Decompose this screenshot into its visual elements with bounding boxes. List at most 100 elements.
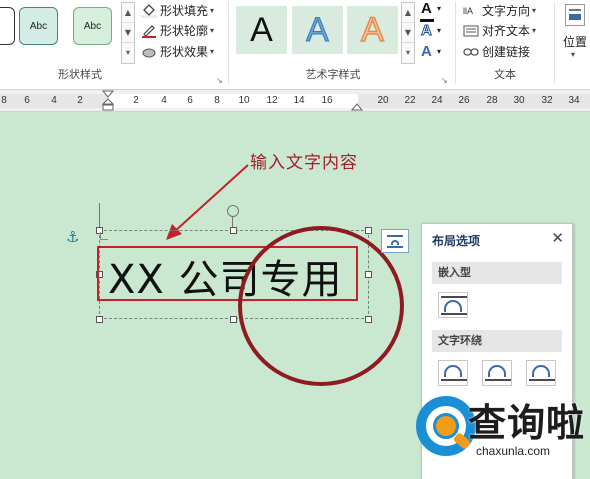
- gallery-more-icon[interactable]: ▾: [122, 43, 134, 63]
- create-link-label: 创建链接: [482, 45, 531, 59]
- paint-bucket-icon: [141, 3, 157, 18]
- shape-fill-button[interactable]: 形状填充 ▾: [141, 2, 214, 19]
- section-wrap: 文字环绕: [432, 330, 562, 352]
- layout-options-button[interactable]: [381, 229, 409, 253]
- ruler-tick: 4: [161, 95, 167, 106]
- text-direction-button[interactable]: llA 文字方向 ▾: [463, 2, 536, 19]
- shape-style-preset-2[interactable]: Abc: [73, 7, 112, 45]
- anchor-icon[interactable]: ⚓: [66, 228, 79, 246]
- shape-effects-button[interactable]: 形状效果 ▾: [141, 43, 214, 60]
- text-outline-icon[interactable]: A: [421, 22, 433, 40]
- shape-style-preset-1[interactable]: Abc: [19, 7, 58, 45]
- resize-handle[interactable]: [230, 227, 237, 234]
- gallery-down-icon[interactable]: ▼: [122, 23, 134, 43]
- ribbon: Abc Abc ▲ ▼ ▾ 形状填充 ▾ 形状轮廓 ▾ 形状效果 ▾ 形状样式 A A…: [0, 0, 590, 90]
- align-text-icon: [463, 24, 479, 38]
- gallery-up-icon[interactable]: ▲: [402, 3, 414, 23]
- ruler-tick: 8: [1, 95, 7, 106]
- svg-text:llA: llA: [463, 6, 473, 16]
- wordart-preset-1[interactable]: A: [236, 6, 287, 54]
- chevron-down-icon: ▾: [210, 26, 215, 35]
- chevron-down-icon: ▾: [210, 47, 215, 56]
- ruler-tick: 26: [458, 95, 470, 106]
- ruler-tick: 12: [266, 95, 278, 106]
- ruler-tick: 8: [214, 95, 220, 106]
- group-divider: [228, 2, 229, 84]
- vertical-guide: [99, 203, 100, 229]
- dialog-launcher-icon[interactable]: ↘: [441, 76, 448, 85]
- align-text-button[interactable]: 对齐文本 ▾: [463, 22, 536, 39]
- watermark: 查询啦 chaxunla.com: [410, 392, 590, 479]
- chevron-down-icon[interactable]: ▾: [437, 47, 441, 56]
- dialog-launcher-icon[interactable]: ↘: [216, 76, 223, 85]
- chevron-down-icon: ▾: [210, 6, 215, 15]
- ruler-tick: 24: [431, 95, 443, 106]
- close-icon[interactable]: ✕: [551, 229, 564, 247]
- wrap-square-option[interactable]: [438, 360, 468, 386]
- resize-handle[interactable]: [365, 227, 372, 234]
- resize-handle[interactable]: [230, 316, 237, 323]
- wordart-preset-2[interactable]: A: [292, 6, 343, 54]
- chevron-down-icon: ▾: [532, 6, 537, 15]
- align-text-label: 对齐文本: [482, 24, 531, 38]
- chevron-down-icon[interactable]: ▾: [571, 50, 575, 59]
- chaxunla-logo-icon: [416, 396, 476, 456]
- wordart-preset-label: A: [360, 10, 384, 50]
- ruler-tick: 6: [187, 95, 193, 106]
- wrap-tight-option[interactable]: [482, 360, 512, 386]
- ruler-tick: 14: [293, 95, 305, 106]
- ruler-tick: 22: [404, 95, 416, 106]
- wrap-through-option[interactable]: [526, 360, 556, 386]
- gallery-down-icon[interactable]: ▼: [402, 23, 414, 43]
- shape-styles-gallery-scroll[interactable]: ▲ ▼ ▾: [121, 2, 135, 64]
- chevron-down-icon[interactable]: ▾: [437, 26, 441, 35]
- text-effects-icon[interactable]: A: [421, 43, 432, 60]
- text-fill-icon[interactable]: A: [421, 0, 432, 17]
- group-divider: [455, 2, 456, 84]
- left-indent-marker[interactable]: [101, 90, 115, 112]
- chevron-down-icon[interactable]: ▾: [437, 4, 441, 13]
- ruler-tick: 30: [513, 95, 525, 106]
- create-link-button[interactable]: 创建链接: [463, 43, 530, 60]
- ruler-tick: 28: [486, 95, 498, 106]
- shape-style-preset-label: Abc: [29, 20, 48, 32]
- right-indent-marker[interactable]: [350, 98, 364, 112]
- wordart-preset-label: A: [250, 10, 273, 49]
- ruler-tick: 4: [51, 95, 57, 106]
- gallery-up-icon[interactable]: ▲: [122, 3, 134, 23]
- wordart-preset-3[interactable]: A: [347, 6, 398, 54]
- ruler-tick: 16: [321, 95, 333, 106]
- ruler-tick: 32: [541, 95, 553, 106]
- shape-style-preset-dark[interactable]: [0, 7, 15, 45]
- text-direction-label: 文字方向: [482, 4, 531, 18]
- wordart-preset-label: A: [306, 10, 330, 49]
- stamp-circle[interactable]: [238, 226, 404, 386]
- wordart-styles-group-label: 艺术字样式: [305, 68, 361, 81]
- watermark-domain: chaxunla.com: [476, 444, 551, 458]
- section-inline: 嵌入型: [432, 262, 562, 284]
- shape-outline-button[interactable]: 形状轮廓 ▾: [141, 22, 214, 39]
- ruler-tick: 2: [133, 95, 139, 106]
- shape-styles-group-label: 形状样式: [58, 68, 102, 81]
- position-label: 位置: [563, 35, 588, 49]
- shape-effects-icon: [141, 45, 157, 59]
- group-divider: [554, 2, 555, 84]
- watermark-brand: 查询啦: [468, 401, 586, 445]
- ruler-tick: 20: [377, 95, 389, 106]
- position-button[interactable]: 位置: [563, 33, 587, 50]
- ruler-tick: 34: [568, 95, 580, 106]
- horizontal-ruler[interactable]: 8 6 4 2 2 4 6 8 10 12 14 16 20 22 24 26 …: [0, 90, 590, 112]
- paragraph-mark: [100, 232, 108, 240]
- wordart-gallery-scroll[interactable]: ▲ ▼ ▾: [401, 2, 415, 64]
- gallery-more-icon[interactable]: ▾: [402, 43, 414, 63]
- text-group-label: 文本: [494, 68, 516, 81]
- shape-fill-label: 形状填充: [160, 4, 209, 18]
- shape-outline-label: 形状轮廓: [160, 24, 209, 38]
- link-icon: [463, 45, 479, 59]
- rotate-handle-icon[interactable]: [227, 205, 239, 217]
- inline-with-text-option[interactable]: [438, 292, 468, 318]
- resize-handle[interactable]: [96, 316, 103, 323]
- position-icon[interactable]: [565, 4, 585, 26]
- text-direction-icon: llA: [463, 4, 479, 18]
- ruler-tick: 10: [238, 95, 250, 106]
